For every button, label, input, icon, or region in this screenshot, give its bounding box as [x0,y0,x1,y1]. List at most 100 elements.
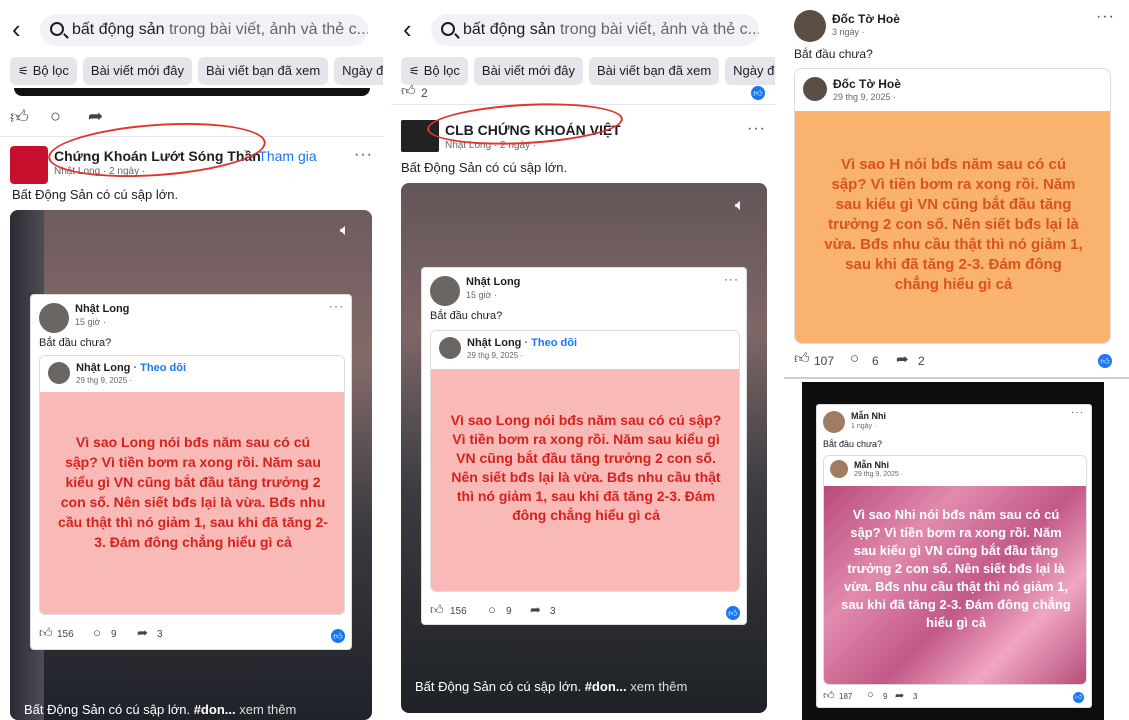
filter-chips: ⚟ Bộ lọc Bài viết mới đây Bài viết bạn đã x… [10,57,383,85]
shared-author: Nhật Long · Theo dõi [467,337,577,349]
search-placeholder: trong bài viết, ảnh và thẻ c... [164,21,368,38]
like-icon: 👍︎ [823,690,835,702]
shared-author: Mẫn Nhi [854,460,889,470]
comment-icon[interactable]: ○ [850,350,859,367]
shared-post: Nhật Long · Theo dõi 29 thg 9, 2025 · Vì… [39,355,345,615]
like-count: 107 [814,354,835,368]
post-caption: Bất Động Sản có cú sập lớn. [401,160,568,175]
recent-posts-chip[interactable]: Bài viết mới đây [82,57,192,85]
mute-icon[interactable]: 🔈︎ [340,222,350,240]
comment-icon[interactable]: ○ [50,106,61,127]
like-reaction-icon: 👍︎ [1073,692,1084,703]
filter-icon: ⚟ [409,64,420,78]
comment-count: 9 [506,606,512,617]
author-name[interactable]: Đốc Tờ Hoè [832,12,900,26]
like-reaction-icon: 👍︎ [1098,354,1112,368]
back-arrow-icon[interactable]: ‹ [12,16,32,42]
previous-post-actions: 👍︎ ○ ➦ [10,106,130,130]
quote-card: Vì sao Nhi nói bđs năm sau có cú sập? Vì… [824,486,1086,684]
previous-video-edge [14,88,370,96]
share-icon[interactable]: ➦ [88,106,103,127]
author-avatar [823,411,845,433]
separator [775,0,784,720]
author-avatar [39,303,69,333]
back-arrow-icon[interactable]: ‹ [403,16,423,42]
inner-text: Bắt đầu chưa? [823,439,883,449]
post-time: 3 ngày · [832,27,865,37]
shared-post: Nhật Long · Theo dõi 29 thg 9, 2025 · Vì… [430,330,740,592]
like-count: 187 [839,692,853,701]
more-options-icon: ··· [329,299,344,313]
search-icon [441,22,455,36]
filter-chip[interactable]: ⚟ Bộ lọc [401,57,468,85]
shared-time: 29 thg 9, 2025 · [833,92,897,102]
share-icon: ➦ [895,690,905,702]
video-player[interactable]: Mẫn Nhi 1 ngày · ··· Bắt đầu chưa? Mẫn N… [802,382,1104,720]
mute-icon[interactable]: 🔈︎ [735,197,745,215]
search-icon [50,22,64,36]
video-player[interactable]: 🔈︎ Nhật Long 15 giờ · ··· Bắt đầu chưa? … [10,210,372,720]
post-text: Bắt đầu chưa? [794,47,873,61]
viewed-posts-chip[interactable]: Bài viết bạn đã xem [197,57,329,85]
follow-link: · Theo dõi [133,362,186,374]
share-count: 3 [550,606,556,617]
post-caption: Bất Động Sản có cú sập lớn. [12,187,179,202]
inner-text: Bắt đầu chưa? [430,310,503,322]
search-input[interactable]: bất động sản trong bài viết, ảnh và thẻ … [431,14,759,46]
inner-time: 15 giờ · [75,317,106,327]
search-query: bất động sản [72,21,165,38]
share-icon: ➦ [137,625,148,640]
inner-author: Mẫn Nhi [851,411,886,421]
share-count: 3 [157,629,163,640]
like-icon: 👍︎ [39,625,53,640]
shared-time: 29 thg 9, 2025 · [76,376,133,385]
share-icon: ➦ [530,602,541,617]
comment-icon: ○ [488,602,496,617]
page-avatar[interactable] [10,146,48,184]
filter-icon: ⚟ [18,64,29,78]
search-header: ‹ bất động sản trong bài viết, ảnh và th… [0,10,383,52]
search-header: ‹ bất động sản trong bài viết, ảnh và th… [391,10,775,52]
embedded-post: Mẫn Nhi 1 ngày · ··· Bắt đầu chưa? Mẫn N… [816,404,1092,708]
author-avatar [430,276,460,306]
like-icon[interactable]: 👍︎ [10,106,29,128]
video-player[interactable]: 🔈︎ Nhật Long 15 giờ · ··· Bắt đầu chưa? … [401,183,767,713]
follow-link: · Theo dõi [524,337,577,349]
more-options-icon[interactable]: ··· [354,146,373,164]
comment-count: 6 [872,354,879,368]
date-chip[interactable]: Ngày đ [334,57,383,85]
inner-time: 15 giờ · [466,290,497,300]
comment-icon: ○ [867,689,874,701]
like-reaction-icon: 👍︎ [331,629,345,643]
inner-time: 1 ngày · [851,423,877,430]
recent-posts-chip[interactable]: Bài viết mới đây [473,57,583,85]
shared-author-avatar [48,362,70,384]
search-input[interactable]: bất động sản trong bài viết, ảnh và thẻ … [40,14,368,46]
separator [383,0,391,720]
shared-time: 29 thg 9, 2025 · [854,471,904,478]
more-options-icon[interactable]: ··· [747,120,766,138]
more-options-icon: ··· [1071,407,1084,418]
like-count: 156 [57,629,74,640]
viewed-posts-chip[interactable]: Bài viết bạn đã xem [588,57,720,85]
more-options-icon[interactable]: ··· [1096,8,1115,26]
share-icon[interactable]: ➦ [896,350,909,368]
shared-author-avatar [830,460,848,478]
video-caption: Bất Động Sản có cú sập lớn. #don... xem … [415,679,688,694]
shared-author: Đốc Tờ Hoè [833,77,901,91]
like-reaction-icon: 👍︎ [726,606,740,620]
comment-count: 9 [883,692,888,701]
filter-chip[interactable]: ⚟ Bộ lọc [10,57,77,85]
date-chip[interactable]: Ngày đ [725,57,775,85]
author-avatar[interactable] [794,10,826,42]
shared-post[interactable]: Đốc Tờ Hoè 29 thg 9, 2025 · Vì sao H nói… [794,68,1111,344]
like-icon[interactable]: 👍︎ [794,350,810,368]
comment-icon: ○ [93,625,101,640]
previous-like-count: 2 [421,86,428,100]
like-icon[interactable]: 👍︎ [401,82,416,99]
screenshot-panel-1: ‹ bất động sản trong bài viết, ảnh và th… [0,0,383,720]
quote-card: Vì sao H nói bđs năm sau có cú sập? Vì t… [795,111,1110,343]
screenshot-panel-3: Đốc Tờ Hoè 3 ngày · ··· Bắt đầu chưa? Đố… [784,0,1129,720]
comment-count: 9 [111,629,117,640]
previous-post-actions: 👍︎ 2 [401,82,461,110]
